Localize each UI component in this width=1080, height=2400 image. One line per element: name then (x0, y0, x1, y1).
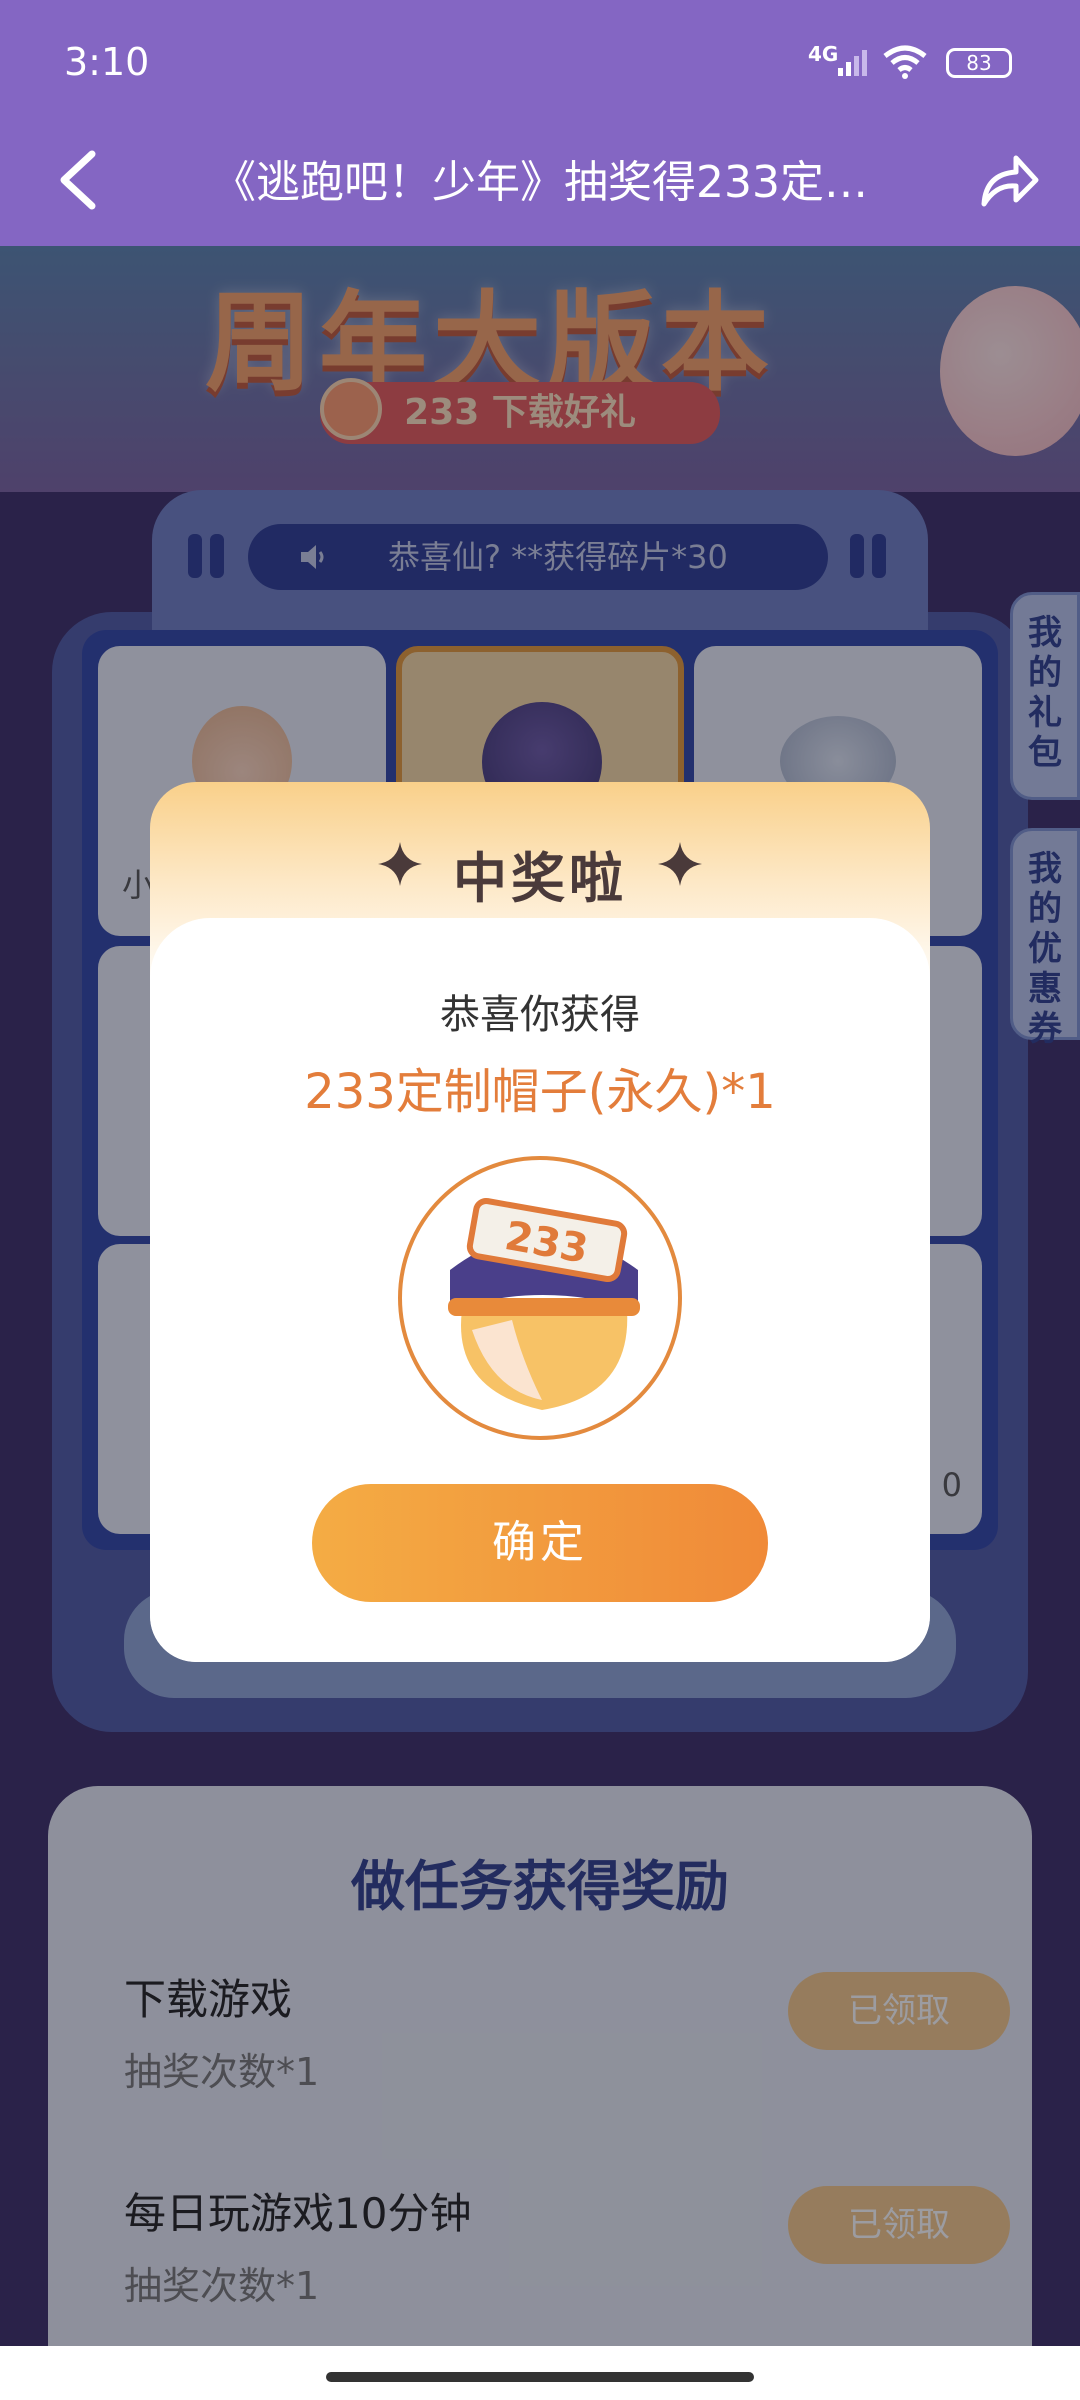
status-bar: 3:10 4G 83 (0, 0, 1080, 118)
status-time: 3:10 (64, 40, 150, 84)
network-type: 4G (808, 42, 839, 66)
confirm-button[interactable]: 确定 (312, 1484, 768, 1602)
dialog-title: 中奖啦 (453, 847, 627, 910)
prize-avatar: 233 (398, 1156, 682, 1440)
share-icon[interactable] (976, 148, 1040, 212)
wifi-icon (883, 45, 927, 79)
home-indicator-bar (0, 2346, 1080, 2400)
signal-icon (838, 50, 867, 76)
prize-dialog: 中奖啦 恭喜你获得 233定制帽子(永久)*1 233 确定 (150, 782, 930, 1662)
home-indicator[interactable] (326, 2372, 754, 2382)
back-arrow-icon[interactable] (52, 148, 108, 212)
prize-name: 233定制帽子(永久)*1 (304, 1064, 776, 1120)
page-title: 《逃跑吧！少年》抽奖得233定… (212, 157, 868, 208)
battery-icon: 83 (946, 48, 1012, 78)
nav-bar: 《逃跑吧！少年》抽奖得233定… (0, 118, 1080, 246)
hat-avatar-image: 233 (448, 1197, 640, 1410)
congrats-text: 恭喜你获得 (440, 992, 640, 1038)
